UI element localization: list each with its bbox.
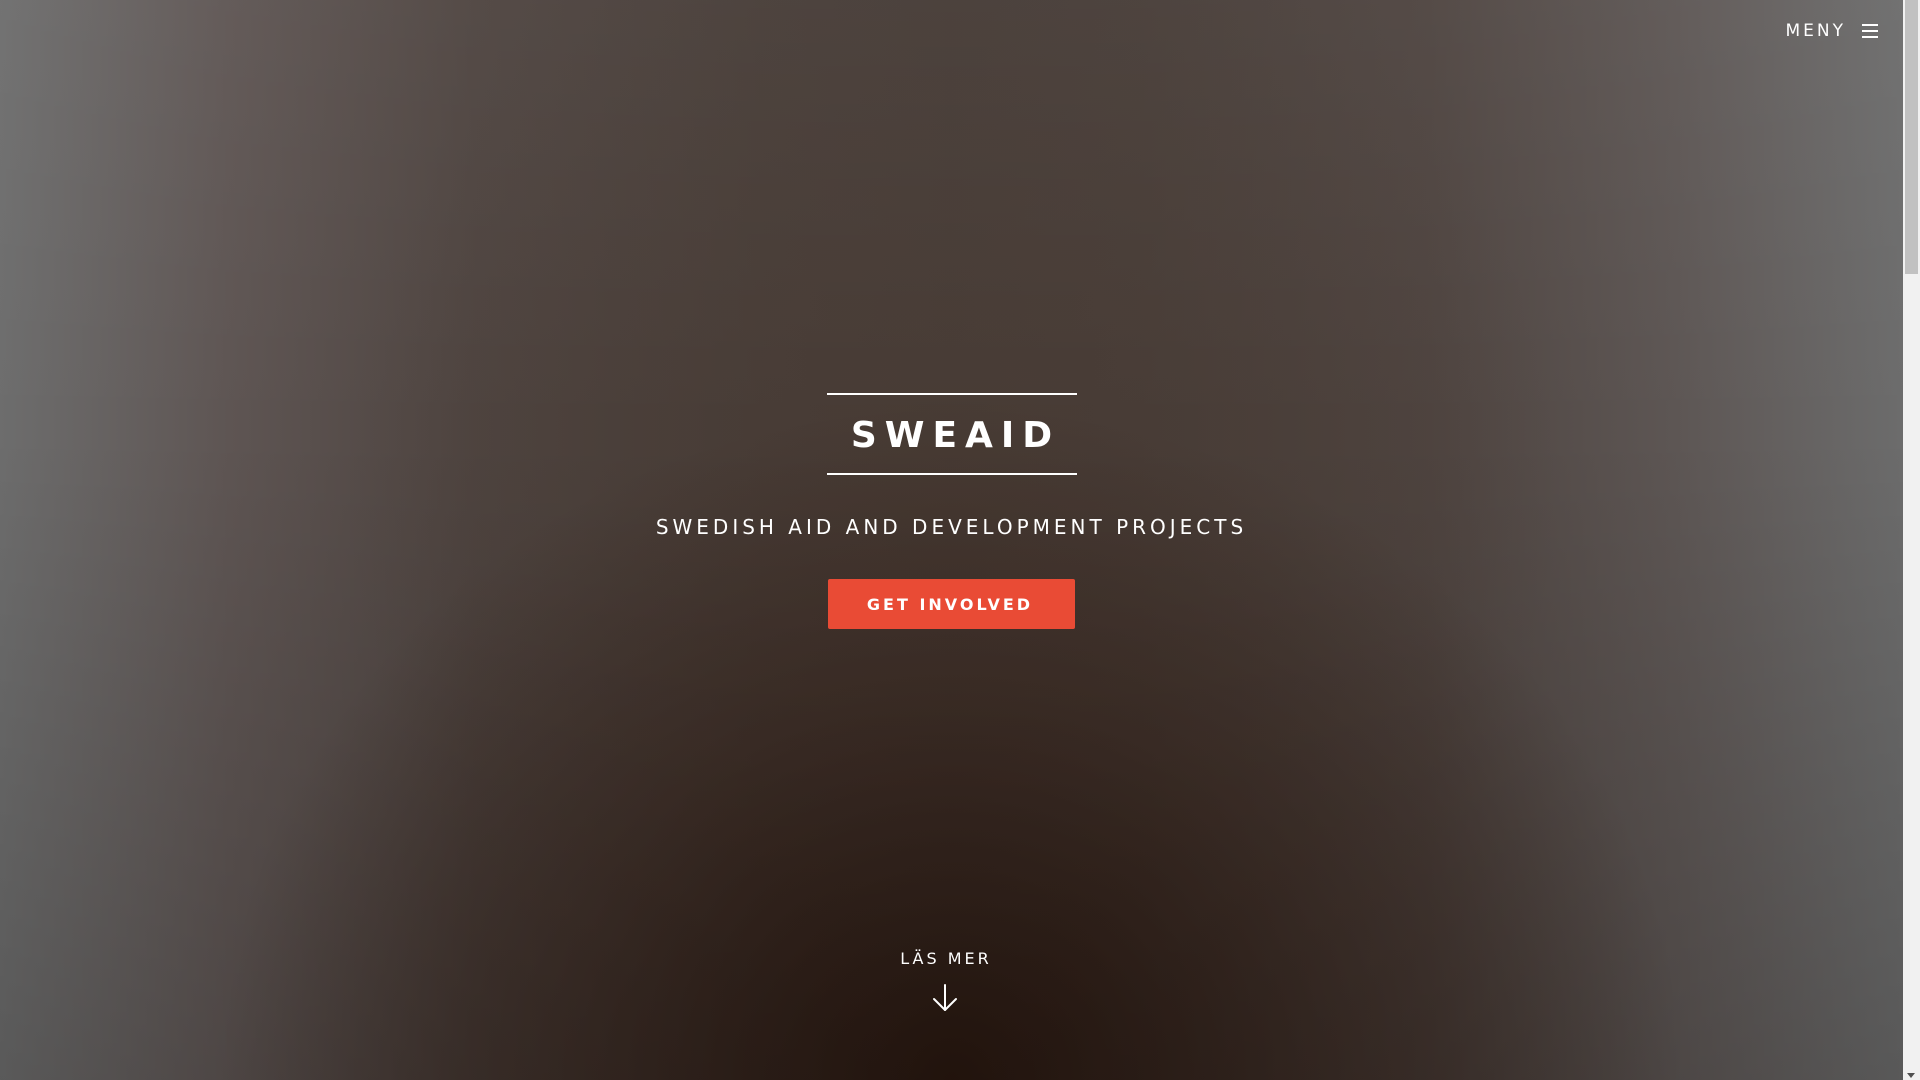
menu-label: MENY <box>1785 21 1846 41</box>
arrow-down-icon <box>932 984 957 1011</box>
site-title: SWEAID <box>850 415 1061 456</box>
vertical-scrollbar[interactable] <box>1903 0 1920 1080</box>
page: MENY SWEAID SWEDISH AID AND DEVELOPMENT … <box>0 0 1920 1080</box>
read-more-link[interactable]: LÄS MER <box>0 947 1889 1013</box>
site-subtitle: SWEDISH AID AND DEVELOPMENT PROJECTS <box>655 515 1248 539</box>
scrollbar-thumb[interactable] <box>1905 0 1918 274</box>
hamburger-icon <box>1862 24 1878 38</box>
read-more-label: LÄS MER <box>900 949 992 968</box>
title-box: SWEAID <box>826 393 1077 475</box>
scroll-down-arrow-icon[interactable] <box>1907 1073 1915 1078</box>
menu-toggle-button[interactable]: MENY <box>1785 18 1878 44</box>
hero-content: SWEAID SWEDISH AID AND DEVELOPMENT PROJE… <box>0 393 1903 629</box>
get-involved-button[interactable]: GET INVOLVED <box>828 579 1075 629</box>
